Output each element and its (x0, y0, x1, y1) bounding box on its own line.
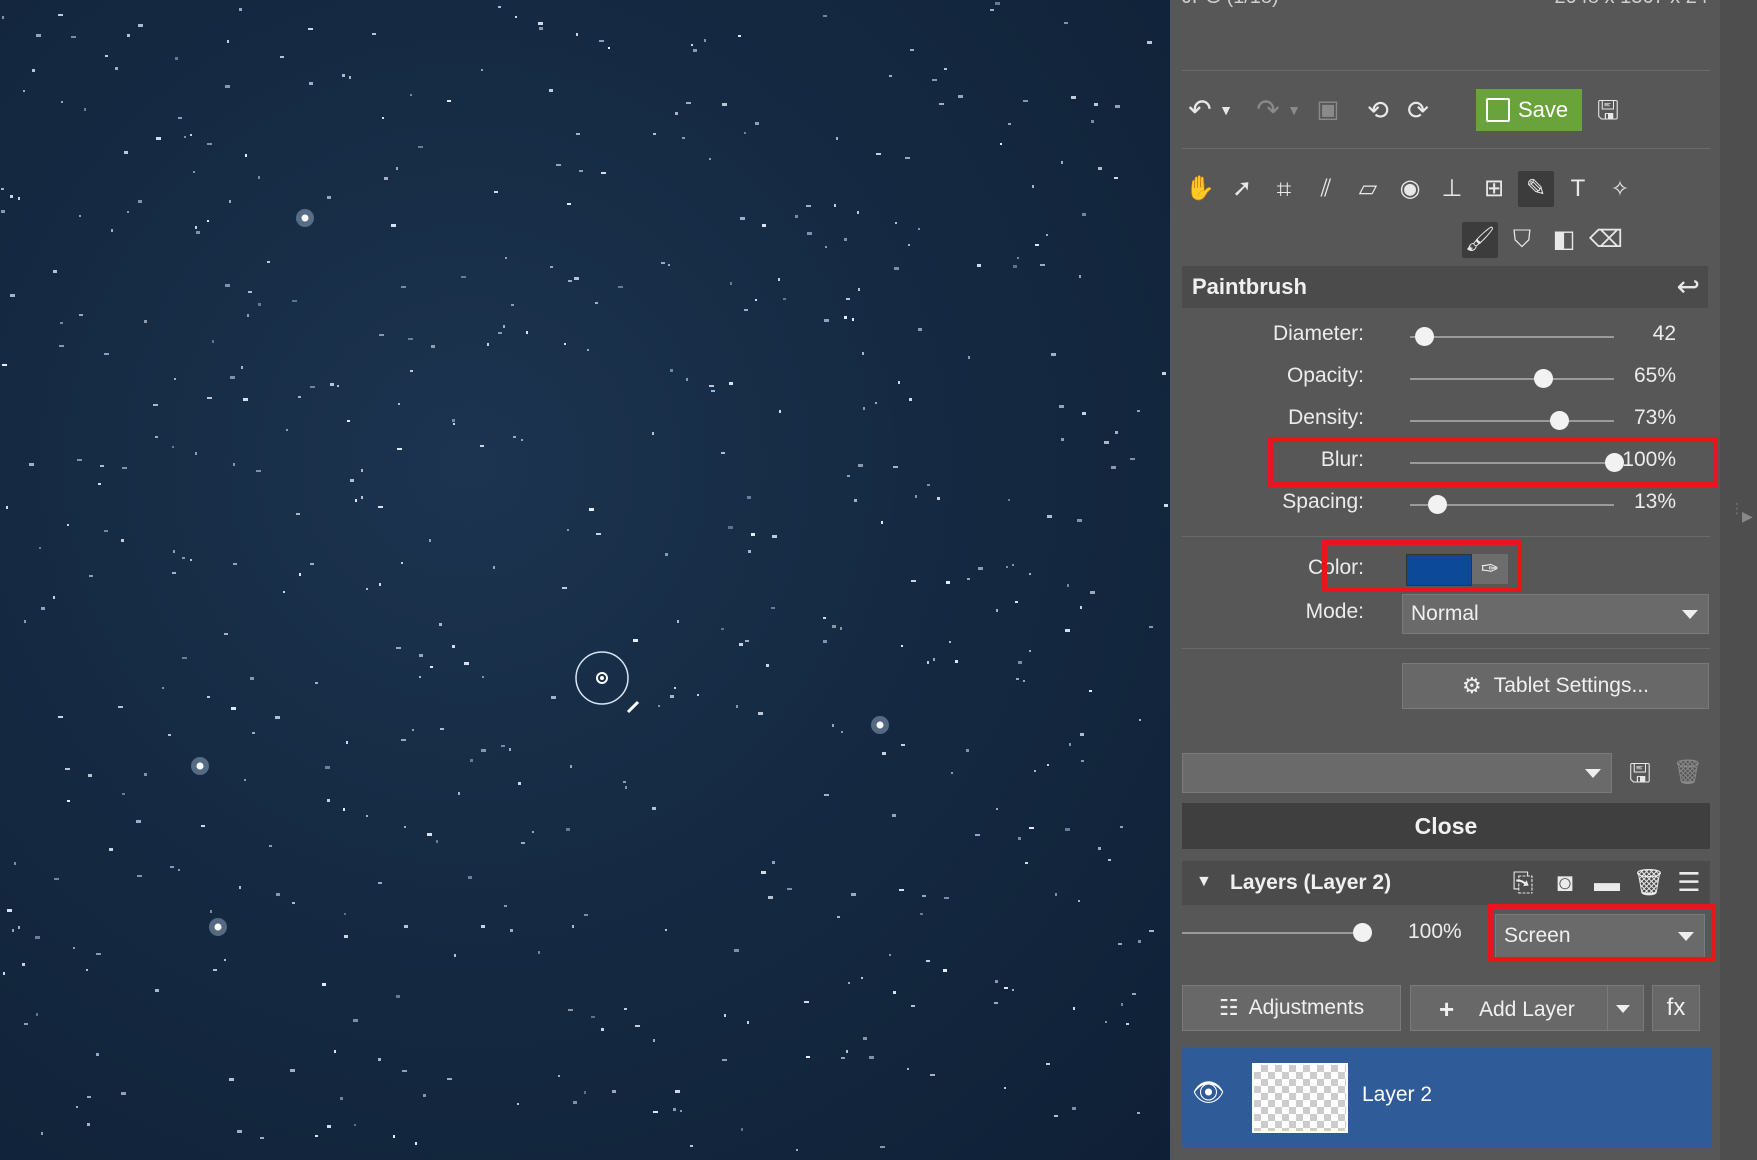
layer-name: Layer 2 (1362, 1083, 1433, 1106)
fx-button[interactable]: fx (1652, 985, 1700, 1031)
layer-mask-icon[interactable]: ◙ (1548, 867, 1582, 898)
delete-layer-icon[interactable]: 🗑 (1632, 867, 1666, 898)
brush-cursor (575, 651, 640, 714)
layer-opacity-slider[interactable] (1182, 932, 1362, 934)
redo-icon[interactable]: ↷ (1250, 92, 1286, 128)
file-dimensions: 2048 x 1367 x 24 (1555, 0, 1708, 9)
diameter-label: Diameter: (1272, 322, 1364, 345)
density-slider[interactable] (1410, 420, 1614, 422)
reset-icon[interactable]: ↩ (1677, 270, 1700, 303)
add-layer-button[interactable]: + Add Layer (1410, 985, 1644, 1031)
layer-thumbnail (1252, 1063, 1348, 1133)
transform-icon[interactable]: ▱ (1350, 171, 1386, 207)
paintbrush-header: Paintbrush ↩ (1182, 266, 1708, 308)
adjustments-icon: ☷ (1218, 995, 1239, 1020)
save-preset-icon[interactable]: 🖫 (1622, 755, 1658, 791)
expand-right-icon[interactable]: ▶ (1742, 508, 1753, 525)
tablet-settings-button[interactable]: ⚙ Tablet Settings... (1402, 663, 1709, 709)
layer-item[interactable]: 👁 Layer 2 (1182, 1047, 1712, 1147)
diameter-knob[interactable] (1415, 327, 1435, 346)
duplicate-layer-icon[interactable]: ⎘ (1506, 867, 1540, 899)
diameter-value: 42 (1652, 322, 1676, 345)
floppy-icon (1486, 98, 1510, 122)
save-as-icon[interactable]: 🖫 (1590, 92, 1626, 128)
spacing-label: Spacing: (1282, 490, 1364, 513)
image-canvas[interactable] (0, 0, 1170, 1160)
image-icon[interactable]: ▣ (1310, 92, 1346, 128)
opacity-value: 65% (1633, 364, 1676, 387)
color-highlight-box (1322, 540, 1522, 592)
spacing-slider-row: Spacing: 13% (1170, 484, 1720, 524)
gradient-icon[interactable]: ◧ (1546, 222, 1582, 258)
blur-highlight-box (1268, 437, 1718, 487)
menu-icon[interactable]: ☰ (1672, 867, 1706, 898)
rotate-right-icon[interactable]: ⟳ (1400, 92, 1436, 128)
straighten-icon[interactable]: ⊥ (1434, 171, 1470, 207)
effects-icon[interactable]: ⊞ (1476, 171, 1512, 207)
eraser-icon[interactable]: ⌫ (1588, 222, 1624, 258)
density-label: Density: (1288, 406, 1364, 429)
plus-icon: + (1439, 994, 1455, 1024)
density-knob[interactable] (1549, 411, 1569, 430)
perspective-icon[interactable]: ⫽ (1308, 171, 1344, 207)
density-slider-row: Density: 73% (1170, 400, 1720, 440)
hand-icon[interactable]: ✋ (1182, 171, 1218, 207)
crop-icon[interactable]: ⌗ (1266, 171, 1302, 207)
diameter-slider[interactable] (1410, 336, 1614, 338)
add-layer-dropdown-icon[interactable] (1616, 1005, 1630, 1013)
preset-select[interactable] (1182, 753, 1612, 793)
density-value: 73% (1633, 406, 1676, 429)
eye-icon[interactable]: ◉ (1392, 171, 1428, 207)
opacity-slider-row: Opacity: 65% (1170, 358, 1720, 398)
bucket-icon[interactable]: ⛉ (1504, 222, 1540, 258)
blend-highlight-box (1488, 904, 1716, 962)
spacing-value: 13% (1633, 490, 1676, 513)
collapse-icon[interactable]: ▼ (1196, 873, 1212, 891)
undo-icon[interactable]: ↶ (1182, 92, 1218, 128)
section-title: Paintbrush (1192, 274, 1307, 299)
adjustments-button[interactable]: ☷ Adjustments (1182, 985, 1401, 1031)
mode-select[interactable]: Normal (1402, 594, 1709, 634)
diameter-slider-row: Diameter: 42 (1170, 316, 1720, 356)
tool-panel: JPG (1/18) 2048 x 1367 x 24 ↶ ▼ ↷ ▼ ▣ ⟲ … (1170, 0, 1720, 1160)
chevron-down-icon (1682, 610, 1698, 619)
tablet-icon: ⚙ (1462, 673, 1482, 698)
right-panel: JPG (1/18) 2048 x 1367 x 24 ↶ ▼ ↷ ▼ ▣ ⟲ … (1170, 0, 1757, 1160)
panel-scrollbar[interactable]: ⋮ ▶ (1720, 0, 1757, 1160)
chevron-down-icon (1585, 769, 1601, 778)
stars-icon[interactable]: ✧ (1602, 171, 1638, 207)
layers-header: ▼ Layers (Layer 2) ⎘ ◙ ▬ 🗑 ☰ (1182, 861, 1710, 905)
visibility-icon[interactable]: 👁 (1192, 1077, 1225, 1108)
file-name: JPG (1/18) (1182, 0, 1279, 9)
starfield-photo (1, 2, 1168, 1151)
opacity-knob[interactable] (1533, 369, 1553, 388)
mode-row: Mode: Normal (1170, 592, 1720, 636)
redo-dropdown-icon[interactable]: ▼ (1284, 92, 1304, 128)
close-button[interactable]: Close (1182, 803, 1710, 849)
opacity-slider[interactable] (1410, 378, 1614, 380)
layers-title: Layers (Layer 2) (1230, 871, 1392, 894)
layer-opacity-knob[interactable] (1353, 923, 1372, 942)
paintbrush-icon[interactable]: 🖌 (1462, 222, 1498, 258)
rotate-left-icon[interactable]: ⟲ (1360, 92, 1396, 128)
mode-label: Mode: (1305, 600, 1364, 623)
save-button[interactable]: Save (1476, 89, 1582, 131)
brush-tool-icon[interactable]: ✎ (1518, 171, 1554, 207)
pointer-icon[interactable]: ➚ (1224, 171, 1260, 207)
text-icon[interactable]: T (1560, 171, 1596, 207)
layer-opacity-value: 100% (1408, 920, 1462, 943)
opacity-label: Opacity: (1286, 364, 1364, 387)
spacing-knob[interactable] (1427, 495, 1447, 514)
folder-icon[interactable]: ▬ (1590, 867, 1624, 898)
undo-dropdown-icon[interactable]: ▼ (1216, 92, 1236, 128)
delete-preset-icon[interactable]: 🗑 (1670, 755, 1706, 791)
